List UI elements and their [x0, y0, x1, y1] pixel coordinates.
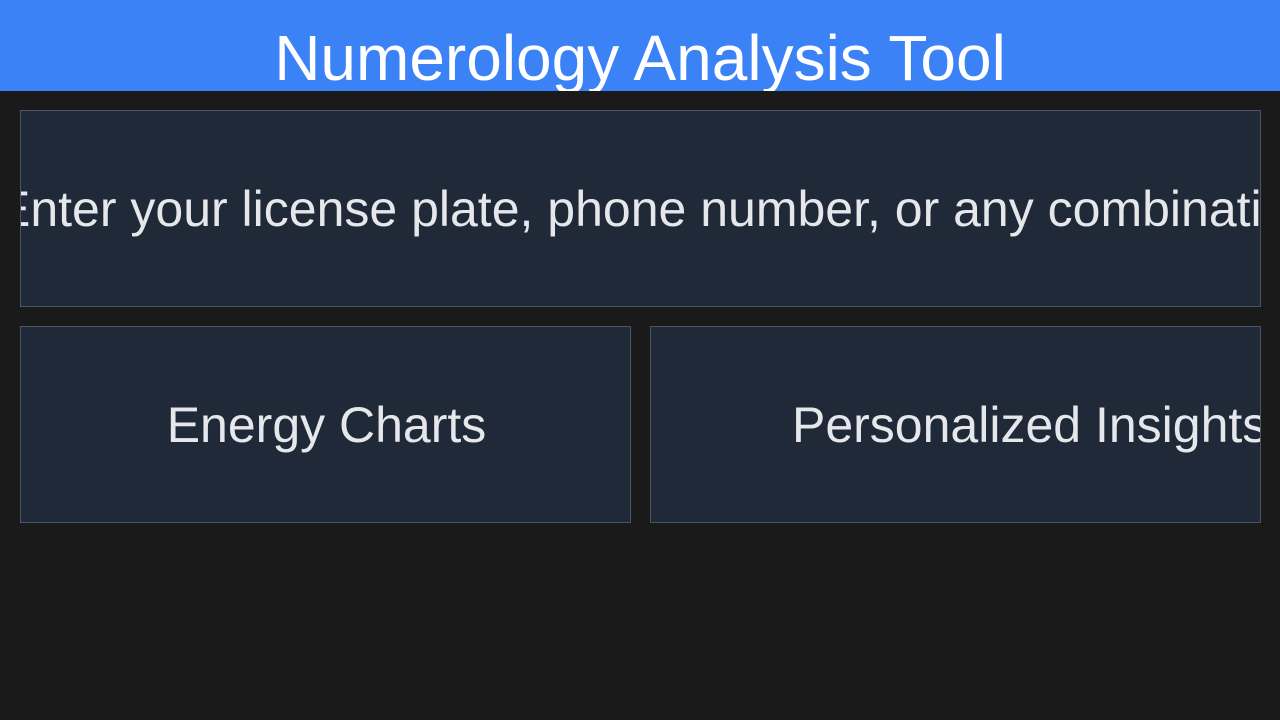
personalized-insights-label: Personalized Insights [792, 396, 1261, 453]
number-input-panel[interactable]: Enter your license plate, phone number, … [20, 110, 1261, 307]
personalized-insights-card[interactable]: Personalized Insights [650, 326, 1261, 523]
energy-charts-card[interactable]: Energy Charts [20, 326, 631, 523]
input-prompt: Enter your license plate, phone number, … [20, 180, 1261, 237]
page-title: Numerology Analysis Tool [274, 22, 1006, 91]
app-header: Numerology Analysis Tool [0, 0, 1280, 91]
energy-charts-label: Energy Charts [166, 396, 487, 453]
